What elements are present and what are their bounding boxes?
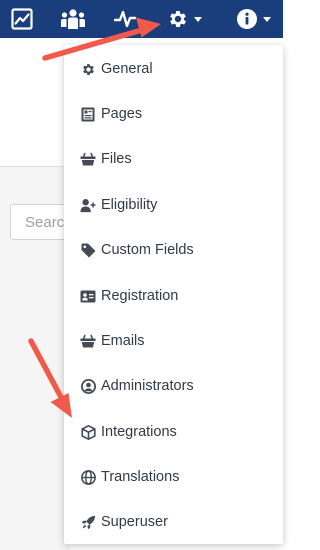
activity-pulse-icon bbox=[114, 10, 136, 28]
menu-item-superuser[interactable]: Superuser bbox=[64, 502, 283, 542]
user-circle-icon bbox=[80, 378, 96, 394]
reports-nav-button[interactable] bbox=[4, 0, 40, 38]
document-icon bbox=[80, 106, 96, 122]
users-icon bbox=[61, 9, 85, 29]
globe-icon bbox=[80, 469, 96, 485]
menu-item-label: General bbox=[101, 61, 153, 77]
menu-item-label: Emails bbox=[101, 333, 145, 349]
top-navbar bbox=[0, 0, 283, 38]
menu-item-pages[interactable]: Pages bbox=[64, 94, 283, 134]
menu-item-label: Translations bbox=[101, 469, 180, 485]
cube-icon bbox=[80, 424, 96, 440]
gear-icon bbox=[80, 61, 96, 77]
info-circle-icon bbox=[236, 9, 257, 29]
rocket-icon bbox=[80, 514, 96, 530]
users-nav-button[interactable] bbox=[57, 0, 89, 38]
menu-item-label: Registration bbox=[101, 288, 179, 304]
menu-item-emails[interactable]: Emails bbox=[64, 321, 283, 361]
line-chart-icon bbox=[11, 8, 33, 30]
help-nav-button[interactable] bbox=[230, 0, 276, 38]
menu-item-label: Integrations bbox=[101, 424, 177, 440]
settings-nav-button[interactable] bbox=[160, 0, 208, 38]
gear-icon bbox=[169, 11, 186, 27]
menu-item-general[interactable]: General bbox=[64, 49, 283, 89]
tag-icon bbox=[80, 242, 96, 258]
menu-item-translations[interactable]: Translations bbox=[64, 457, 283, 497]
chevron-down-icon bbox=[193, 16, 202, 22]
menu-item-label: Files bbox=[101, 151, 132, 167]
menu-item-eligibility[interactable]: Eligibility bbox=[64, 185, 283, 225]
settings-dropdown-menu: General Pages Files Eligibility Custom F… bbox=[64, 45, 283, 544]
menu-item-custom-fields[interactable]: Custom Fields bbox=[64, 230, 283, 270]
basket-icon bbox=[80, 151, 96, 167]
user-plus-icon bbox=[80, 197, 96, 213]
basket-icon bbox=[80, 333, 96, 349]
menu-item-label: Administrators bbox=[101, 378, 194, 394]
menu-item-label: Superuser bbox=[101, 514, 168, 530]
menu-item-label: Pages bbox=[101, 106, 143, 122]
chevron-down-icon bbox=[262, 16, 271, 22]
menu-item-registration[interactable]: Registration bbox=[64, 276, 283, 316]
activity-nav-button[interactable] bbox=[110, 0, 140, 38]
menu-item-label: Eligibility bbox=[101, 197, 158, 213]
menu-item-files[interactable]: Files bbox=[64, 139, 283, 179]
menu-item-integrations[interactable]: Integrations bbox=[64, 412, 283, 452]
menu-item-label: Custom Fields bbox=[101, 242, 194, 258]
id-card-icon bbox=[80, 288, 96, 304]
menu-item-administrators[interactable]: Administrators bbox=[64, 366, 283, 406]
